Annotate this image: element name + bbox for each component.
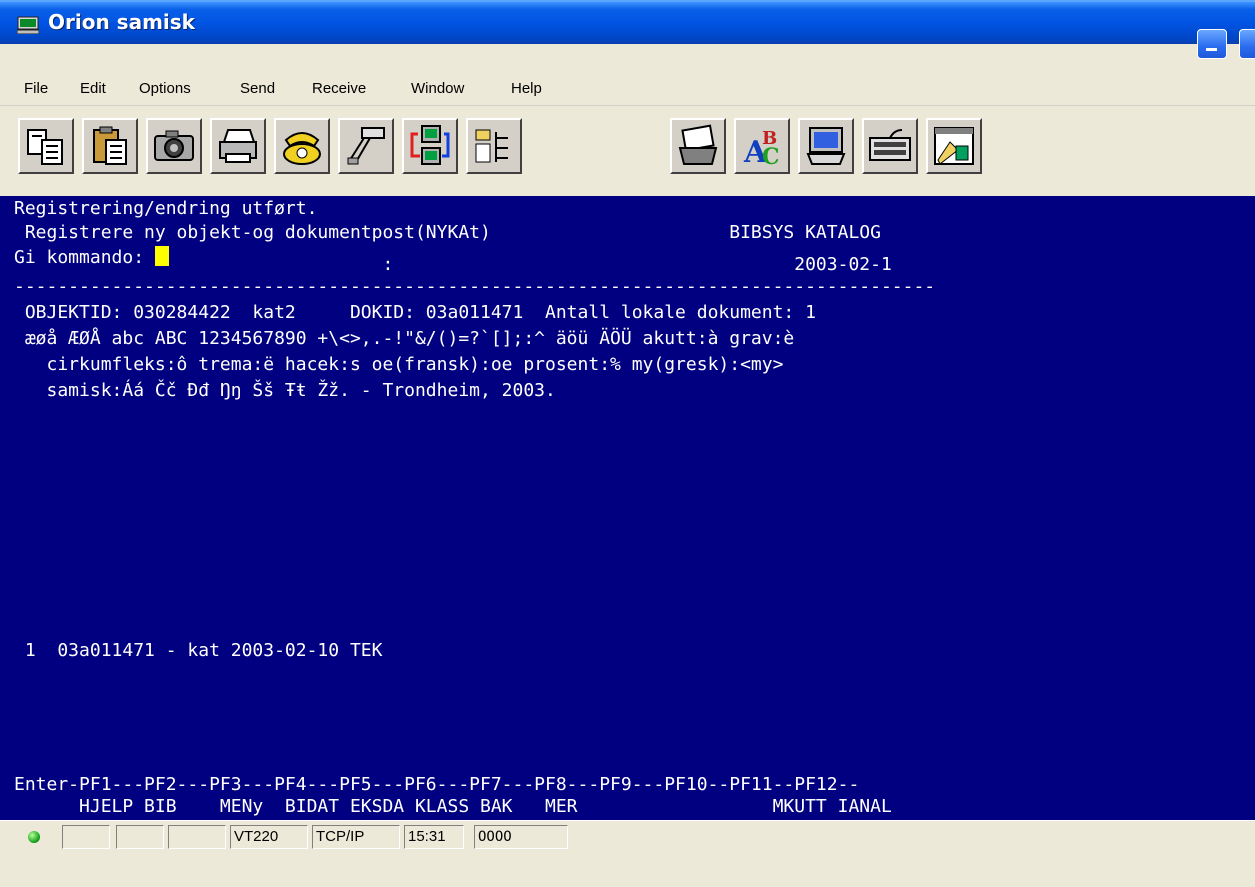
menu-help[interactable]: Help [511, 80, 542, 97]
status-terminal-type: VT220 [230, 825, 308, 849]
dial-button[interactable] [274, 118, 330, 174]
status-panel-empty-1 [62, 825, 110, 849]
terminal-separator: ----------------------------------------… [14, 276, 936, 297]
network-transfer-icon [410, 125, 450, 165]
keyboard-button[interactable] [862, 118, 918, 174]
status-time: 15:31 [404, 825, 464, 849]
window-title: Orion samisk [48, 10, 195, 34]
terminal-line-charset: æøå ÆØÅ abc ABC 1234567890 +\<>,.-!"&/()… [14, 328, 795, 349]
hangup-icon [347, 127, 385, 165]
spell-check-icon: A B C [743, 128, 780, 168]
terminal-line-diacritics: cirkumfleks:ô trema:ë hacek:s oe(fransk)… [14, 354, 784, 375]
cardfile-button[interactable] [670, 118, 726, 174]
menu-window[interactable]: Window [411, 80, 464, 97]
phone-icon [283, 132, 321, 165]
menu-file[interactable]: File [24, 80, 48, 97]
print-icon [219, 129, 257, 163]
print-button[interactable] [210, 118, 266, 174]
status-indicator: OOOO [474, 825, 568, 849]
terminal-line-document[interactable]: 1 03a011471 - kat 2003-02-10 TEK [14, 640, 383, 662]
hangup-button[interactable] [338, 118, 394, 174]
minimize-icon [1206, 48, 1217, 51]
maximize-button[interactable] [1239, 29, 1255, 59]
paste-button[interactable] [82, 118, 138, 174]
terminal-app-icon[interactable] [16, 16, 40, 35]
window-icon [934, 127, 974, 165]
menu-edit[interactable]: Edit [80, 80, 106, 97]
status-protocol: TCP/IP [312, 825, 400, 849]
window-bottom-edge [0, 852, 1255, 887]
spellcheck-button[interactable]: A B C [734, 118, 790, 174]
terminal-line-date: : 2003-02-1 [14, 254, 892, 275]
svg-text:C: C [762, 144, 780, 168]
directory-button[interactable] [466, 118, 522, 174]
connection-led-icon [28, 831, 40, 843]
minimize-button[interactable] [1197, 29, 1227, 59]
paste-icon [93, 126, 127, 165]
copy-icon [27, 129, 63, 165]
terminal-screen[interactable]: Registrering/endring utført. Registrere … [0, 196, 1255, 820]
title-bar[interactable]: Orion samisk [0, 0, 1255, 59]
status-bar: VT220 TCP/IP 15:31 OOOO [0, 820, 1255, 853]
display-button[interactable] [798, 118, 854, 174]
monitor-icon [806, 127, 846, 165]
file-tree-icon [475, 129, 508, 163]
terminal-line-header: Registrere ny objekt-og dokumentpost(NYK… [14, 222, 881, 243]
status-panel-empty-2 [116, 825, 164, 849]
capture-button[interactable] [146, 118, 202, 174]
session-button[interactable] [926, 118, 982, 174]
menu-send[interactable]: Send [240, 80, 275, 97]
terminal-line-status: Registrering/endring utført. [14, 198, 318, 219]
terminal-pf-keys: Enter-PF1---PF2---PF3---PF4---PF5---PF6-… [14, 774, 860, 795]
camera-icon [154, 130, 194, 161]
status-panel-empty-3 [168, 825, 226, 849]
terminal-line-objektid: OBJEKTID: 030284422 kat2 DOKID: 03a01147… [14, 302, 816, 323]
terminal-line-samisk: samisk:Áá Čč Đđ Ŋŋ Šš Ŧŧ Žž. - Trondheim… [14, 380, 556, 401]
menu-receive[interactable]: Receive [312, 80, 366, 97]
toolbar: A B C [0, 106, 1255, 196]
keyboard-icon [869, 129, 911, 161]
transfer-button[interactable] [402, 118, 458, 174]
terminal-pf-labels: HJELP BIB MENy BIDAT EKSDA KLASS BAK MER… [14, 796, 892, 817]
card-file-icon [678, 124, 718, 165]
menu-bar: File Edit Options Send Receive Window He… [0, 73, 1255, 106]
copy-button[interactable] [18, 118, 74, 174]
menu-options[interactable]: Options [139, 80, 191, 97]
